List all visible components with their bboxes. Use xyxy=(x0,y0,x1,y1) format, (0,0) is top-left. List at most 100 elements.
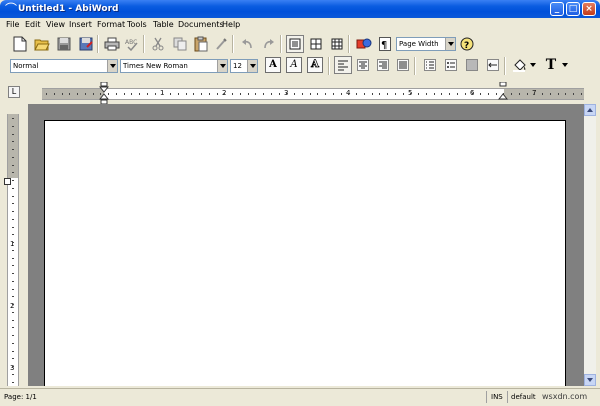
title-bar[interactable]: ⌒ Untitled1 - AbiWord _ □ × xyxy=(0,0,600,18)
ruler-tick xyxy=(12,195,14,197)
language-status: default xyxy=(511,393,536,401)
tab-stop-selector[interactable]: L xyxy=(8,86,20,98)
toolbar-separator xyxy=(232,35,234,53)
save-as-icon[interactable] xyxy=(77,35,95,53)
menu-table[interactable]: Table xyxy=(153,20,174,30)
menu-edit[interactable]: Edit xyxy=(25,20,41,30)
chevron-down-icon[interactable] xyxy=(217,60,227,72)
ruler-tick xyxy=(441,93,443,95)
format-painter-icon[interactable] xyxy=(212,35,230,53)
open-folder-icon[interactable] xyxy=(33,35,51,53)
ruler-tick xyxy=(146,93,148,95)
save-icon[interactable] xyxy=(55,35,73,53)
decrease-indent-icon[interactable] xyxy=(463,56,481,74)
web-view-icon[interactable] xyxy=(307,35,325,53)
align-center-icon[interactable] xyxy=(354,56,372,74)
menu-documents[interactable]: Documents xyxy=(178,20,224,30)
menu-format[interactable]: Format xyxy=(97,20,125,30)
numbered-list-icon[interactable] xyxy=(421,56,439,74)
cut-icon[interactable] xyxy=(149,35,167,53)
vertical-ruler[interactable]: 1 2 3 xyxy=(7,114,19,386)
ruler-tick xyxy=(464,93,466,95)
ruler-tick xyxy=(472,93,474,95)
vertical-scrollbar[interactable] xyxy=(584,104,596,386)
help-icon[interactable]: ? xyxy=(458,35,476,53)
highlight-color-icon[interactable] xyxy=(511,56,529,74)
chevron-down-icon[interactable] xyxy=(107,60,117,72)
ruler-tick xyxy=(239,93,241,95)
style-select[interactable]: Normal xyxy=(10,59,118,73)
right-indent-marker-icon[interactable] xyxy=(498,82,508,104)
undo-icon[interactable] xyxy=(238,35,256,53)
document-workspace[interactable] xyxy=(28,104,584,386)
copy-icon[interactable] xyxy=(171,35,189,53)
document-page[interactable] xyxy=(44,120,566,386)
paste-icon[interactable] xyxy=(192,35,210,53)
increase-indent-icon[interactable] xyxy=(484,56,502,74)
new-document-icon[interactable] xyxy=(11,35,29,53)
text-color-dropdown-icon[interactable] xyxy=(561,56,569,74)
ruler-tick xyxy=(526,93,528,95)
insert-image-icon[interactable] xyxy=(355,35,373,53)
italic-button[interactable]: A xyxy=(286,57,302,73)
spellcheck-icon[interactable]: ABC xyxy=(123,35,141,53)
ruler-tick xyxy=(12,234,14,236)
ruler-tick xyxy=(549,93,551,95)
align-justify-icon[interactable] xyxy=(394,56,412,74)
ruler-tick xyxy=(115,93,117,95)
print-icon[interactable] xyxy=(103,35,121,53)
ruler-tick xyxy=(12,257,14,259)
maximize-button[interactable]: □ xyxy=(566,2,580,16)
ruler-tick xyxy=(12,164,14,166)
ruler-tick xyxy=(394,93,396,95)
menu-tools[interactable]: Tools xyxy=(127,20,147,30)
svg-text:?: ? xyxy=(464,41,469,51)
left-indent-marker-icon[interactable] xyxy=(99,82,109,104)
menu-insert[interactable]: Insert xyxy=(69,20,92,30)
scroll-down-icon[interactable] xyxy=(584,374,596,386)
print-layout-icon[interactable] xyxy=(328,35,346,53)
close-button[interactable]: × xyxy=(582,2,596,16)
top-margin-marker-icon[interactable] xyxy=(4,178,12,186)
minimize-button[interactable]: _ xyxy=(550,2,564,16)
ruler-tick xyxy=(162,93,164,95)
align-right-icon[interactable] xyxy=(374,56,392,74)
ruler-tick xyxy=(208,93,210,95)
scroll-up-icon[interactable] xyxy=(584,104,596,116)
bold-button[interactable]: A xyxy=(265,57,281,73)
ruler-tick xyxy=(286,93,288,95)
bulleted-list-icon[interactable] xyxy=(442,56,460,74)
font-select-value: Times New Roman xyxy=(123,62,188,70)
menu-help[interactable]: Help xyxy=(222,20,240,30)
zoom-select[interactable]: Page Width xyxy=(396,37,456,51)
ruler-tick xyxy=(425,93,427,95)
chevron-down-icon[interactable] xyxy=(445,38,455,50)
chevron-down-icon[interactable] xyxy=(247,60,257,72)
ruler-tick xyxy=(12,203,14,205)
normal-view-icon[interactable] xyxy=(286,35,304,53)
toolbar-separator xyxy=(414,57,416,75)
status-bar: Page: 1/1 INS default wsxdn.com xyxy=(0,388,600,406)
text-color-label: T xyxy=(545,57,557,73)
ruler-tick xyxy=(301,93,303,95)
text-color-button[interactable]: T xyxy=(542,56,560,74)
ruler-tick xyxy=(12,288,14,290)
outline-button[interactable]: A xyxy=(307,57,323,73)
redo-icon[interactable] xyxy=(260,35,278,53)
menu-file[interactable]: File xyxy=(6,20,19,30)
ruler-tick xyxy=(12,249,14,251)
menu-view[interactable]: View xyxy=(46,20,65,30)
show-formatting-icon[interactable]: ¶ xyxy=(376,35,394,53)
ruler-tick xyxy=(224,93,226,95)
ruler-tick xyxy=(12,358,14,360)
ruler-tick xyxy=(12,218,14,220)
ruler-tick xyxy=(12,211,14,212)
align-left-icon[interactable] xyxy=(334,56,352,74)
font-size-select[interactable]: 12 xyxy=(230,59,258,73)
style-select-value: Normal xyxy=(13,62,39,70)
font-select[interactable]: Times New Roman xyxy=(120,59,228,73)
highlight-color-dropdown-icon[interactable] xyxy=(529,56,537,74)
ruler-tick xyxy=(363,93,365,95)
toolbar-separator xyxy=(143,35,145,53)
ruler-tick xyxy=(193,93,195,95)
